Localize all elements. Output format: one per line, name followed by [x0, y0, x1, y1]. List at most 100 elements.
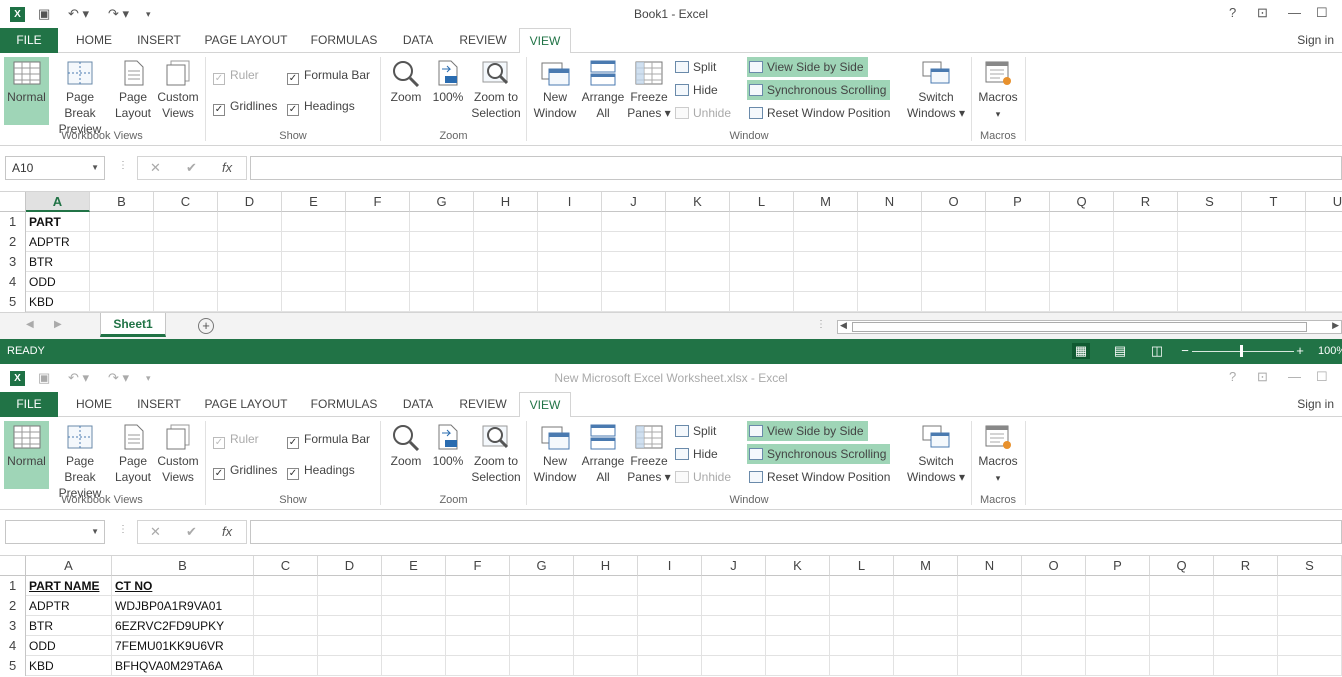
cell-q5[interactable]: [1050, 292, 1114, 312]
maximize-icon[interactable]: ☐: [1316, 369, 1328, 385]
unhide-button[interactable]: Unhide: [673, 103, 735, 123]
column-header-m[interactable]: M: [794, 192, 858, 212]
row-header-5[interactable]: 5: [0, 656, 26, 676]
cell-j5[interactable]: [702, 656, 766, 676]
cell-d2[interactable]: [218, 232, 282, 252]
cell-n1[interactable]: [958, 576, 1022, 596]
cell-s3[interactable]: [1278, 616, 1342, 636]
cell-l2[interactable]: [830, 596, 894, 616]
headings-checkbox[interactable]: ✓ Headings: [287, 97, 355, 116]
cell-h5[interactable]: [474, 292, 538, 312]
column-header-h[interactable]: H: [474, 192, 538, 212]
cell-f3[interactable]: [446, 616, 510, 636]
ribbon-display-icon[interactable]: ⊡: [1257, 369, 1268, 385]
minimize-icon[interactable]: —: [1288, 5, 1301, 20]
tab-formulas[interactable]: FORMULAS: [304, 28, 384, 53]
cell-s4[interactable]: [1278, 636, 1342, 656]
reset-window-position-button[interactable]: Reset Window Position: [747, 103, 894, 123]
cell-e2[interactable]: [282, 232, 346, 252]
formula-bar-resize-handle[interactable]: ⋮: [118, 524, 128, 535]
cell-c2[interactable]: [254, 596, 318, 616]
cell-j1[interactable]: [702, 576, 766, 596]
cell-j3[interactable]: [602, 252, 666, 272]
cell-g1[interactable]: [510, 576, 574, 596]
cell-j2[interactable]: [602, 232, 666, 252]
cell-n5[interactable]: [958, 656, 1022, 676]
row-header-2[interactable]: 2: [0, 232, 26, 252]
cell-q3[interactable]: [1150, 616, 1214, 636]
cell-o3[interactable]: [1022, 616, 1086, 636]
view-side-by-side-button[interactable]: View Side by Side: [747, 421, 868, 441]
cell-k3[interactable]: [766, 616, 830, 636]
synchronous-scrolling-button[interactable]: Synchronous Scrolling: [747, 80, 891, 100]
cell-d5[interactable]: [318, 656, 382, 676]
formula-bar-checkbox[interactable]: ✓ Formula Bar: [287, 66, 370, 85]
cell-a2[interactable]: ADPTR: [26, 232, 90, 252]
cell-s2[interactable]: [1278, 596, 1342, 616]
switch-windows-button[interactable]: Switch Windows ▾: [904, 57, 968, 125]
cell-c4[interactable]: [154, 272, 218, 292]
column-header-n[interactable]: N: [858, 192, 922, 212]
cell-i1[interactable]: [538, 212, 602, 232]
normal-view-button[interactable]: Normal: [4, 57, 49, 125]
split-button[interactable]: Split: [673, 421, 720, 441]
cell-g2[interactable]: [410, 232, 474, 252]
cell-r1[interactable]: [1214, 576, 1278, 596]
zoom-slider-thumb[interactable]: [1240, 345, 1243, 357]
ruler-checkbox[interactable]: ✓ Ruler: [213, 430, 259, 449]
cell-n4[interactable]: [958, 636, 1022, 656]
headings-checkbox[interactable]: ✓ Headings: [287, 461, 355, 480]
tab-home[interactable]: HOME: [66, 28, 122, 53]
name-box[interactable]: A10 ▼: [5, 156, 105, 180]
column-header-i[interactable]: I: [538, 192, 602, 212]
macros-button[interactable]: Macros ▾: [976, 57, 1020, 125]
cell-s1[interactable]: [1178, 212, 1242, 232]
sheet-tab-sheet1[interactable]: Sheet1: [100, 313, 166, 337]
cell-k5[interactable]: [666, 292, 730, 312]
arrange-all-button[interactable]: Arrange All: [580, 421, 626, 489]
cell-k2[interactable]: [766, 596, 830, 616]
cell-p1[interactable]: [986, 212, 1050, 232]
cell-o5[interactable]: [922, 292, 986, 312]
cell-g5[interactable]: [410, 292, 474, 312]
formula-input[interactable]: [250, 520, 1342, 544]
minimize-icon[interactable]: —: [1288, 369, 1301, 384]
cell-p2[interactable]: [986, 232, 1050, 252]
cell-f4[interactable]: [446, 636, 510, 656]
zoom-100-button[interactable]: 100%: [428, 57, 468, 125]
insert-function-icon[interactable]: fx: [222, 160, 232, 175]
column-header-h[interactable]: H: [574, 556, 638, 576]
hide-button[interactable]: Hide: [673, 444, 722, 464]
cell-b4[interactable]: 7FEMU01KK9U6VR: [112, 636, 254, 656]
cell-d3[interactable]: [218, 252, 282, 272]
unhide-button[interactable]: Unhide: [673, 467, 735, 487]
zoom-to-selection-button[interactable]: Zoom to Selection: [470, 57, 522, 125]
insert-function-icon[interactable]: fx: [222, 524, 232, 539]
cell-c5[interactable]: [154, 292, 218, 312]
cell-e5[interactable]: [282, 292, 346, 312]
cell-c4[interactable]: [254, 636, 318, 656]
arrange-all-button[interactable]: Arrange All: [580, 57, 626, 125]
cell-n4[interactable]: [858, 272, 922, 292]
tab-data[interactable]: DATA: [394, 28, 442, 53]
cell-f3[interactable]: [346, 252, 410, 272]
tab-insert[interactable]: INSERT: [130, 392, 188, 417]
cell-j4[interactable]: [602, 272, 666, 292]
row-header-3[interactable]: 3: [0, 616, 26, 636]
cell-r4[interactable]: [1114, 272, 1178, 292]
cell-n3[interactable]: [958, 616, 1022, 636]
column-header-b[interactable]: B: [90, 192, 154, 212]
cell-o5[interactable]: [1022, 656, 1086, 676]
cell-s3[interactable]: [1178, 252, 1242, 272]
column-header-n[interactable]: N: [958, 556, 1022, 576]
cell-i2[interactable]: [538, 232, 602, 252]
column-header-g[interactable]: G: [510, 556, 574, 576]
column-header-d[interactable]: D: [318, 556, 382, 576]
cell-d5[interactable]: [218, 292, 282, 312]
column-header-q[interactable]: Q: [1050, 192, 1114, 212]
cell-r2[interactable]: [1214, 596, 1278, 616]
hide-button[interactable]: Hide: [673, 80, 722, 100]
prev-sheet-icon[interactable]: ◀: [26, 319, 34, 330]
split-button[interactable]: Split: [673, 57, 720, 77]
formula-bar-resize-handle[interactable]: ⋮: [118, 160, 128, 171]
